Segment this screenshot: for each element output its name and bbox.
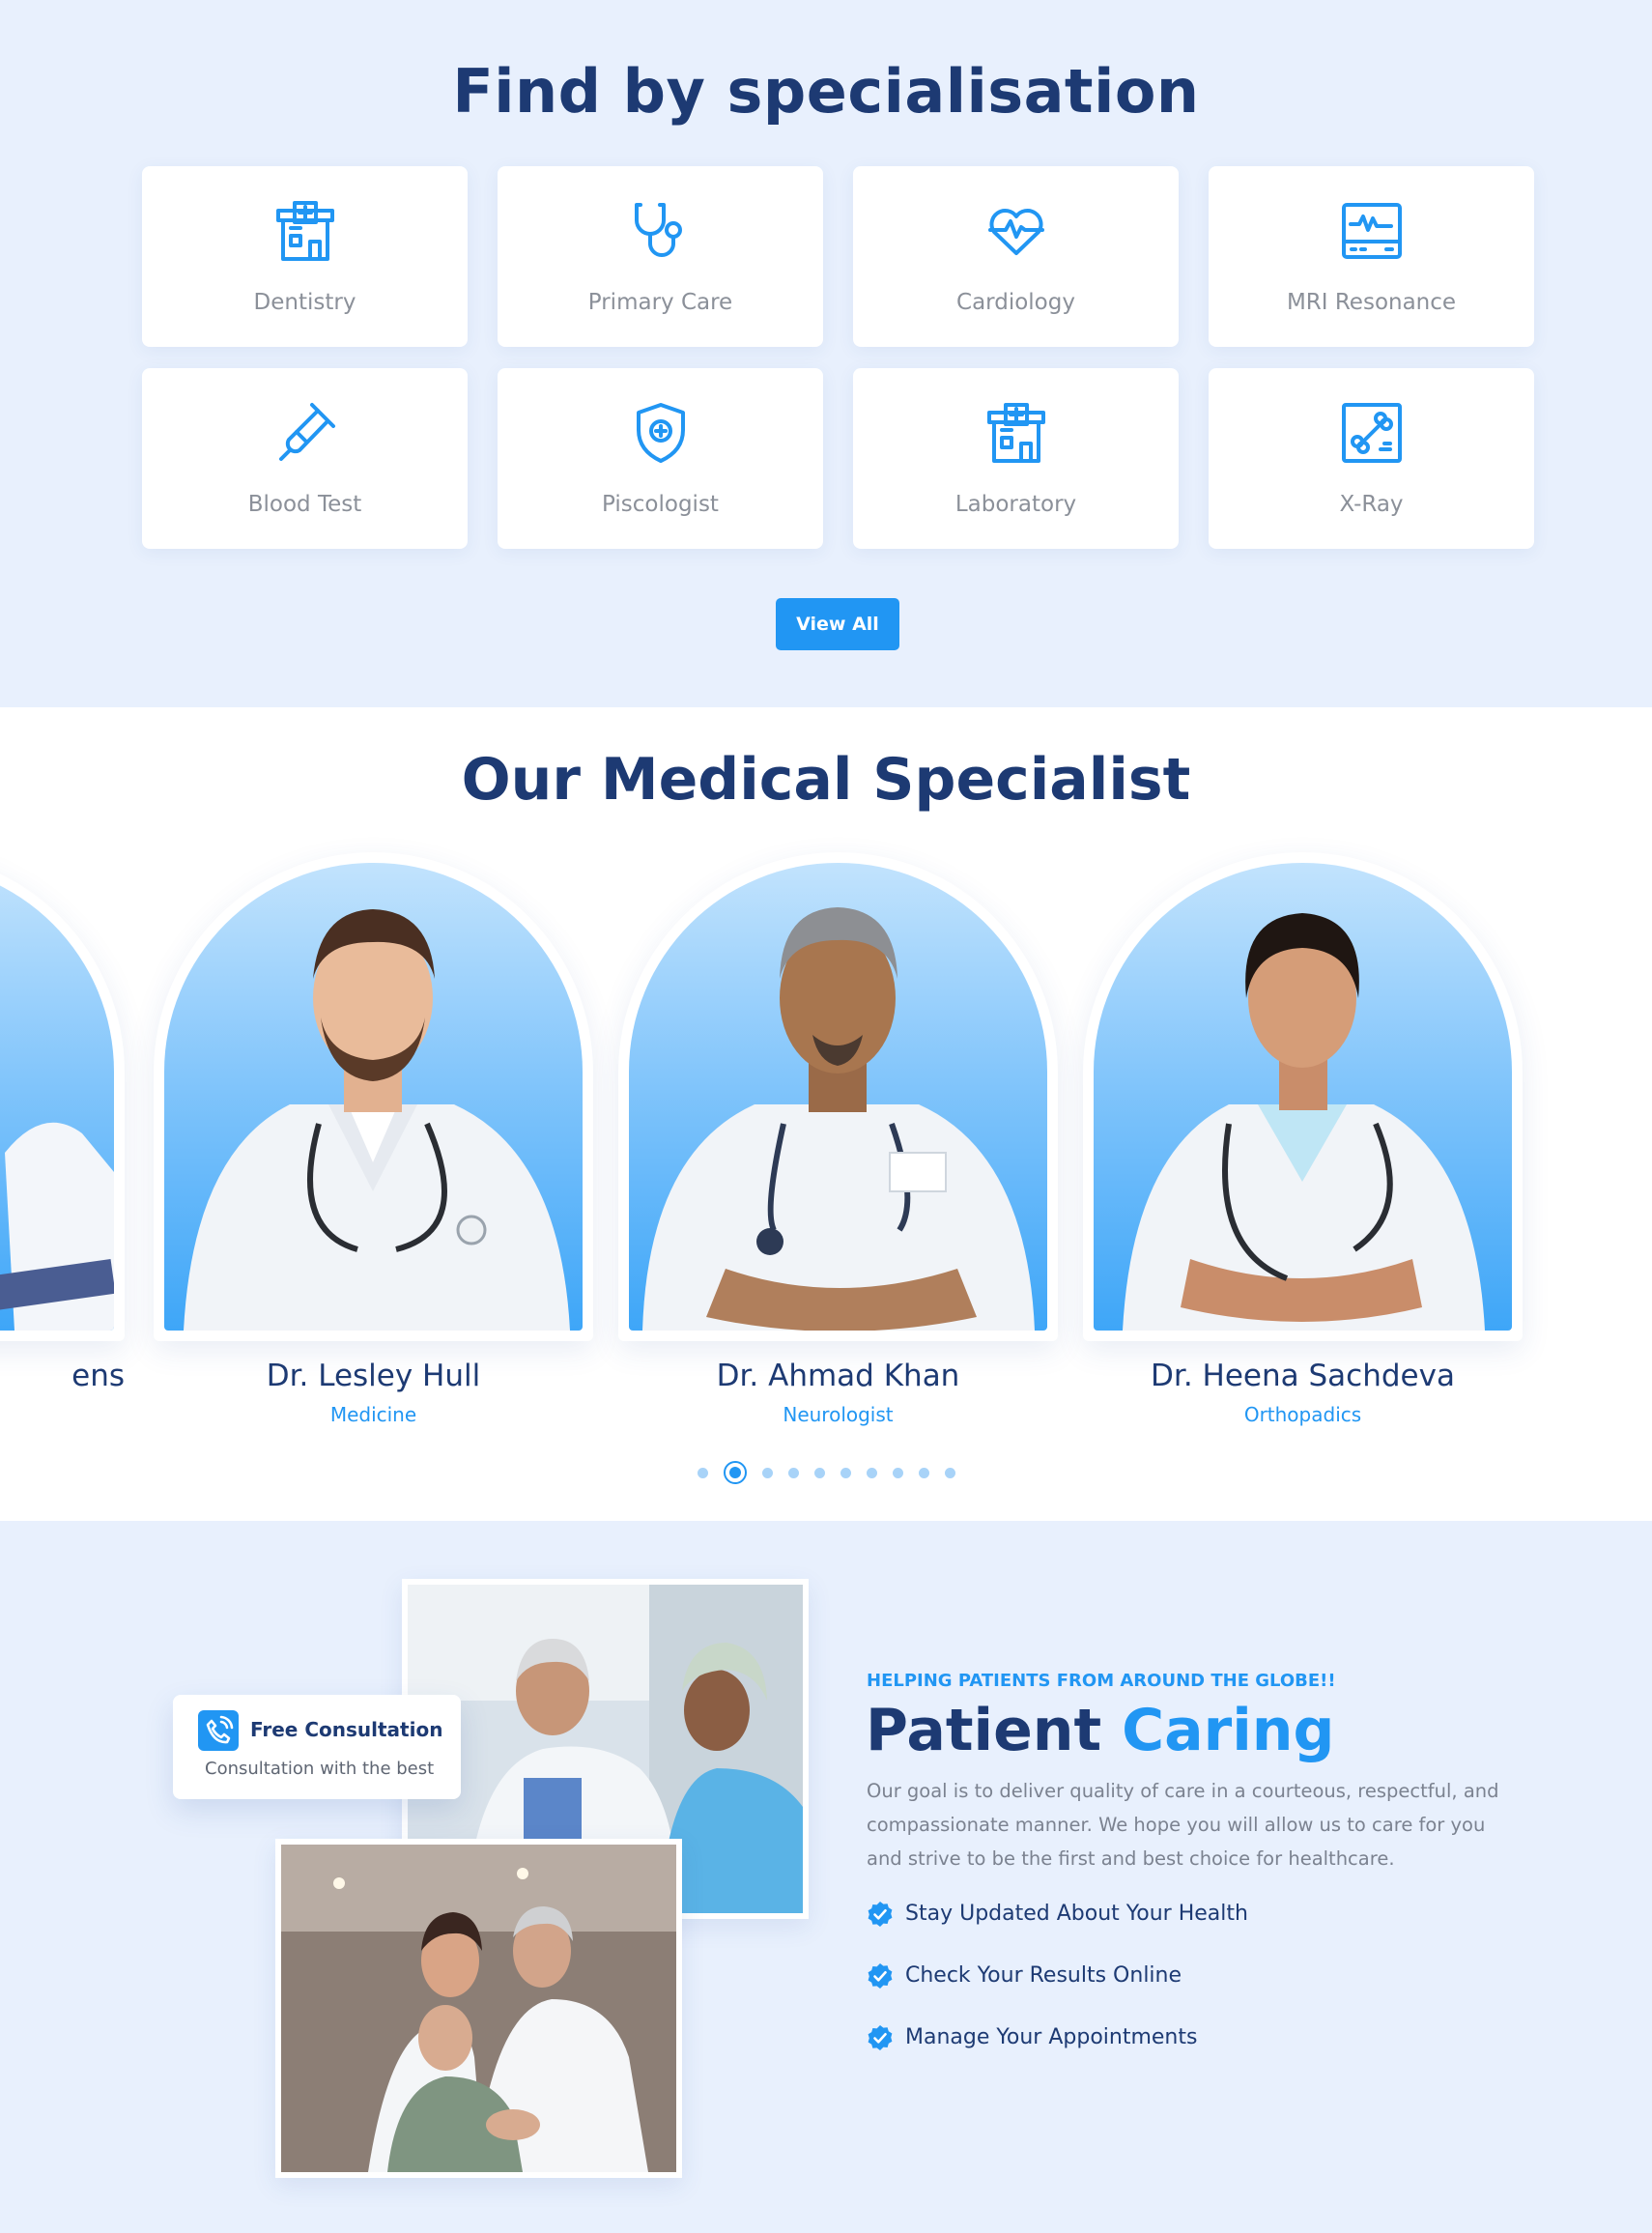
- pagination-dot[interactable]: [892, 1467, 903, 1478]
- specialisation-grid: Dentistry Primary Care Cardiology MRI Re…: [142, 166, 1534, 549]
- consultation-subtitle: Consultation with the best: [205, 1759, 435, 1779]
- phone-icon: [198, 1710, 239, 1751]
- pagination-dot-active[interactable]: [723, 1461, 747, 1484]
- spec-card-dentistry[interactable]: Dentistry: [142, 166, 468, 347]
- doctor-specialty: Neurologist: [783, 1403, 894, 1426]
- spec-card-cardiology[interactable]: Cardiology: [853, 166, 1179, 347]
- doctor-photo: [629, 863, 1047, 1331]
- checklist-item: Check Your Results Online: [867, 1962, 1543, 2024]
- specialisation-title: Find by specialisation: [452, 56, 1200, 127]
- doctor-photo-frame: [0, 852, 125, 1341]
- specialists-section: Our Medical Specialist ens Dr. Lesley Hu…: [0, 707, 1652, 1521]
- pagination-dot[interactable]: [813, 1467, 825, 1478]
- doctor-photo: [1094, 863, 1512, 1331]
- doctor-specialty: Medicine: [329, 1403, 417, 1426]
- heart-pulse-icon: [983, 197, 1050, 265]
- care-title: Patient Caring: [866, 1697, 1334, 1764]
- care-title-main: Patient: [866, 1697, 1102, 1764]
- spec-card-primary-care[interactable]: Primary Care: [498, 166, 823, 347]
- pagination-dot[interactable]: [840, 1467, 851, 1478]
- medical-shield-icon: [627, 399, 695, 467]
- spec-card-mri-resonance[interactable]: MRI Resonance: [1209, 166, 1534, 347]
- doctor-photo: [0, 863, 114, 1331]
- doctor-name: ens: [71, 1359, 125, 1393]
- free-consultation-card[interactable]: Free Consultation Consultation with the …: [173, 1695, 461, 1799]
- pagination-dot[interactable]: [787, 1467, 799, 1478]
- pagination-dot[interactable]: [944, 1467, 955, 1478]
- spec-card-piscologist[interactable]: Piscologist: [498, 368, 823, 549]
- spec-label: Piscologist: [602, 492, 719, 517]
- care-eyebrow: HELPING PATIENTS FROM AROUND THE GLOBE!!: [867, 1671, 1336, 1691]
- specialisation-section: Find by specialisation Dentistry Primary…: [0, 0, 1652, 707]
- checklist-text: Stay Updated About Your Health: [905, 1902, 1248, 1926]
- spec-label: Cardiology: [956, 290, 1075, 315]
- hospital-building-icon: [271, 197, 339, 265]
- checklist-text: Check Your Results Online: [905, 1963, 1182, 1988]
- doctor-photo-frame: [618, 852, 1058, 1341]
- spec-card-x-ray[interactable]: X-Ray: [1209, 368, 1534, 549]
- spec-label: Laboratory: [954, 492, 1077, 517]
- pagination-dot[interactable]: [918, 1467, 929, 1478]
- doctor-name: Dr. Lesley Hull: [266, 1359, 481, 1393]
- checklist-item: Stay Updated About Your Health: [867, 1901, 1543, 1962]
- doctor-name: Dr. Heena Sachdeva: [1151, 1359, 1455, 1393]
- verified-check-icon: [868, 2025, 893, 2050]
- doctor-specialty: Orthopadics: [1243, 1403, 1362, 1426]
- care-checklist: Stay Updated About Your Health Check You…: [867, 1901, 1543, 2086]
- spec-label: Primary Care: [587, 290, 733, 315]
- test-tube-icon: [271, 399, 339, 467]
- verified-check-icon: [868, 1902, 893, 1927]
- spec-card-blood-test[interactable]: Blood Test: [142, 368, 468, 549]
- monitor-pulse-icon: [1338, 197, 1406, 265]
- pagination-dot[interactable]: [697, 1467, 708, 1478]
- care-photo-nurse-elder: [275, 1839, 682, 2178]
- patient-caring-section: Free Consultation Consultation with the …: [0, 1521, 1652, 2233]
- specialists-title: Our Medical Specialist: [461, 746, 1191, 814]
- carousel-pagination: [0, 1461, 1652, 1484]
- doctor-name: Dr. Ahmad Khan: [716, 1359, 960, 1393]
- checklist-item: Manage Your Appointments: [867, 2024, 1543, 2086]
- care-description: Our goal is to deliver quality of care i…: [867, 1780, 1499, 1870]
- spec-label: Blood Test: [247, 492, 362, 517]
- spec-card-laboratory[interactable]: Laboratory: [853, 368, 1179, 549]
- pagination-dot[interactable]: [761, 1467, 773, 1478]
- doctor-photo-frame: [1083, 852, 1523, 1341]
- spec-label: MRI Resonance: [1286, 290, 1457, 315]
- spec-label: Dentistry: [253, 290, 356, 315]
- checklist-text: Manage Your Appointments: [905, 2025, 1198, 2049]
- stethoscope-icon: [627, 197, 695, 265]
- doctor-photo: [164, 863, 583, 1331]
- view-all-button[interactable]: View All: [776, 598, 899, 650]
- verified-check-icon: [868, 1963, 893, 1989]
- bone-xray-icon: [1338, 399, 1406, 467]
- care-title-accent: Caring: [1122, 1697, 1335, 1764]
- spec-label: X-Ray: [1339, 492, 1404, 517]
- pagination-dot[interactable]: [866, 1467, 877, 1478]
- doctor-photo-frame: [154, 852, 593, 1341]
- hospital-building-icon: [983, 399, 1050, 467]
- consultation-title: Free Consultation: [250, 1718, 443, 1741]
